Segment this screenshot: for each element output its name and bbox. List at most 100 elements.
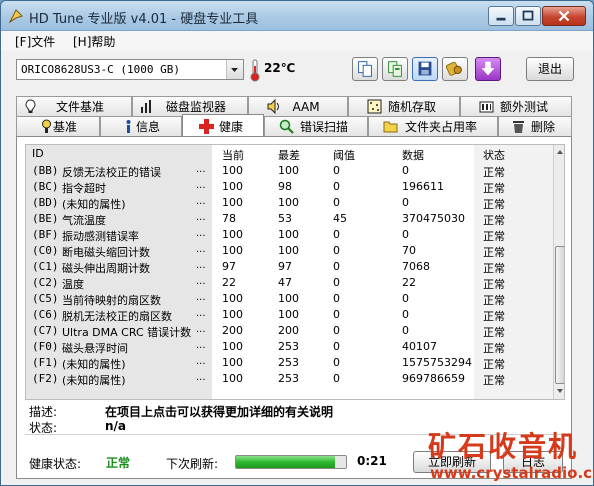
table-row[interactable]: (BF) 振动感测错误率... 100 100 0 0 正常 bbox=[26, 227, 553, 243]
save-button[interactable] bbox=[412, 57, 438, 81]
column-header-current[interactable]: 当前 bbox=[222, 147, 244, 163]
toolbar: ORICO8628US3-C (1000 GB) 22℃ 退出 bbox=[1, 51, 593, 89]
tab-file-benchmark[interactable]: 文件基准 bbox=[16, 96, 132, 116]
column-header-data[interactable]: 数据 bbox=[402, 147, 424, 163]
attribute-name: Ultra DMA CRC 错误计数 bbox=[62, 326, 192, 339]
table-row[interactable]: (BD) (未知的属性)... 100 100 0 0 正常 bbox=[26, 195, 553, 211]
attribute-id: (BB) bbox=[32, 164, 59, 177]
copy-screenshot-button[interactable] bbox=[382, 57, 408, 81]
tab-error-scan[interactable]: 错误扫描 bbox=[264, 116, 368, 136]
smart-table[interactable]: ID 当前 最差 阈值 数据 状态 (BB) 反馈无法校正的错误... 100 100… bbox=[25, 144, 565, 400]
tab-extra-tests[interactable]: 额外测试 bbox=[460, 96, 572, 116]
window-title: HD Tune 专业版 v4.01 - 硬盘专业工具 bbox=[29, 12, 259, 27]
hdd-options-button[interactable] bbox=[442, 57, 468, 81]
menu-file[interactable]: [F]文件 bbox=[15, 33, 55, 50]
menu-bar: [F]文件 [H]帮助 bbox=[1, 31, 593, 51]
attribute-threshold: 0 bbox=[333, 340, 340, 353]
tab-aam[interactable]: AAM bbox=[248, 96, 348, 116]
column-header-threshold[interactable]: 阈值 bbox=[333, 147, 355, 163]
scroll-thumb[interactable] bbox=[555, 246, 564, 384]
table-row[interactable]: (F1) (未知的属性)... 100 253 0 1575753294 正常 bbox=[26, 355, 553, 371]
attribute-name: 气流温度 bbox=[62, 214, 106, 227]
state-value: n/a bbox=[105, 419, 127, 433]
attribute-name: 脱机无法校正的扇区数 bbox=[62, 310, 172, 323]
table-row[interactable]: (BC) 指令超时... 100 98 0 196611 正常 bbox=[26, 179, 553, 195]
tab-benchmark[interactable]: 基准 bbox=[16, 116, 100, 136]
table-row[interactable]: (BB) 反馈无法校正的错误... 100 100 0 0 正常 bbox=[26, 163, 553, 179]
menu-help[interactable]: [H]帮助 bbox=[73, 33, 115, 50]
vertical-scrollbar[interactable] bbox=[553, 145, 565, 399]
attribute-data: 370475030 bbox=[402, 212, 465, 225]
attribute-worst: 253 bbox=[278, 356, 299, 369]
table-row[interactable]: (C5) 当前待映射的扇区数... 100 100 0 0 正常 bbox=[26, 291, 553, 307]
table-row[interactable]: (F0) 磁头悬浮时间... 100 253 0 40107 正常 bbox=[26, 339, 553, 355]
attribute-current: 100 bbox=[222, 372, 243, 385]
table-row[interactable]: (C0) 断电磁头缩回计数... 100 100 0 70 正常 bbox=[26, 243, 553, 259]
tab-erase[interactable]: 删除 bbox=[498, 116, 572, 136]
minimize-button[interactable] bbox=[488, 6, 514, 26]
attribute-data: 0 bbox=[402, 324, 409, 337]
attribute-status: 正常 bbox=[483, 294, 505, 307]
table-row[interactable]: (BE) 气流温度... 78 53 45 370475030 正常 bbox=[26, 211, 553, 227]
tab-disk-monitor[interactable]: 磁盘监视器 bbox=[132, 96, 248, 116]
attribute-status: 正常 bbox=[483, 166, 505, 179]
tab-random-access[interactable]: 随机存取 bbox=[348, 96, 460, 116]
attribute-status: 正常 bbox=[483, 310, 505, 323]
attribute-status: 正常 bbox=[483, 278, 505, 291]
attribute-worst: 100 bbox=[278, 228, 299, 241]
column-header-status[interactable]: 状态 bbox=[483, 147, 505, 163]
drive-select[interactable]: ORICO8628US3-C (1000 GB) bbox=[16, 59, 244, 80]
attribute-threshold: 0 bbox=[333, 324, 340, 337]
thermometer-icon bbox=[250, 59, 260, 82]
health-status-label: 健康状态: bbox=[29, 457, 82, 471]
close-icon bbox=[558, 10, 570, 22]
next-refresh-label: 下次刷新: bbox=[166, 457, 219, 471]
copy-icon bbox=[358, 61, 372, 77]
attribute-current: 100 bbox=[222, 308, 243, 321]
column-header-worst[interactable]: 最差 bbox=[278, 147, 300, 163]
attribute-data: 70 bbox=[402, 244, 416, 257]
table-row[interactable]: (C2) 温度... 22 47 0 22 正常 bbox=[26, 275, 553, 291]
download-button[interactable] bbox=[475, 57, 501, 81]
table-row[interactable]: (F2) (未知的属性)... 100 253 0 969786659 正常 bbox=[26, 371, 553, 387]
save-icon bbox=[418, 61, 432, 76]
attribute-current: 100 bbox=[222, 228, 243, 241]
scroll-down-icon[interactable] bbox=[554, 385, 565, 397]
title-bar[interactable]: HD Tune 专业版 v4.01 - 硬盘专业工具 bbox=[1, 1, 593, 31]
maximize-button[interactable] bbox=[515, 6, 541, 26]
temperature-readout: 22℃ bbox=[264, 61, 296, 75]
chevron-down-icon[interactable] bbox=[226, 60, 243, 79]
tab-row-bottom: 基准 信息 健康 错误扫描 文件夹占用率 删除 bbox=[16, 114, 572, 136]
attribute-name: (未知的属性) bbox=[62, 198, 126, 211]
watermark-title: 矿石收音机 bbox=[428, 430, 579, 463]
attribute-worst: 98 bbox=[278, 180, 292, 193]
exit-button[interactable]: 退出 bbox=[526, 57, 574, 81]
attribute-status: 正常 bbox=[483, 326, 505, 339]
attribute-ellipsis: ... bbox=[196, 340, 206, 351]
attribute-status: 正常 bbox=[483, 342, 505, 355]
table-row[interactable]: (C6) 脱机无法校正的扇区数... 100 100 0 0 正常 bbox=[26, 307, 553, 323]
attribute-threshold: 45 bbox=[333, 212, 347, 225]
tab-info[interactable]: 信息 bbox=[100, 116, 182, 136]
attribute-id: (BC) bbox=[32, 180, 59, 193]
scroll-up-icon[interactable] bbox=[554, 146, 565, 158]
attribute-worst: 100 bbox=[278, 164, 299, 177]
maximize-icon bbox=[522, 10, 534, 21]
attribute-name: 温度 bbox=[62, 278, 84, 291]
tab-health[interactable]: 健康 bbox=[182, 114, 264, 136]
attribute-name: 当前待映射的扇区数 bbox=[62, 294, 161, 307]
column-header-id[interactable]: ID bbox=[32, 147, 44, 160]
table-row[interactable]: (C7) Ultra DMA CRC 错误计数... 200 200 0 0 正常 bbox=[26, 323, 553, 339]
refresh-countdown: 0:21 bbox=[357, 454, 387, 468]
table-row[interactable]: (C1) 磁头伸出周期计数... 97 97 0 7068 正常 bbox=[26, 259, 553, 275]
close-button[interactable] bbox=[542, 6, 586, 26]
attribute-data: 7068 bbox=[402, 260, 430, 273]
copy-info-button[interactable] bbox=[352, 57, 378, 81]
attribute-current: 100 bbox=[222, 196, 243, 209]
refresh-progress-bar bbox=[235, 455, 347, 469]
attribute-status: 正常 bbox=[483, 262, 505, 275]
description-label: 描述: bbox=[29, 405, 58, 419]
tab-folder-usage[interactable]: 文件夹占用率 bbox=[368, 116, 498, 136]
attribute-ellipsis: ... bbox=[196, 228, 206, 239]
attribute-worst: 200 bbox=[278, 324, 299, 337]
